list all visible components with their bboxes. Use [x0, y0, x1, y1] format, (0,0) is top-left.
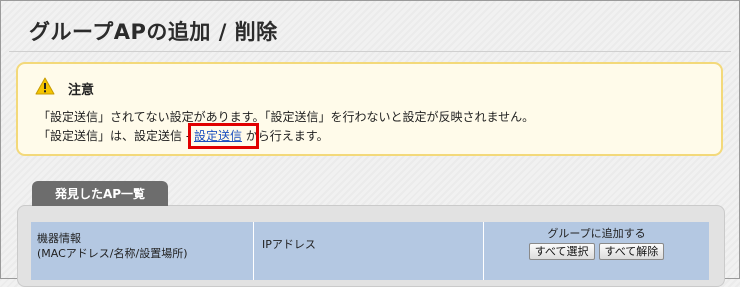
page-title: グループAPの追加 / 削除	[29, 20, 278, 44]
notice-message: 「設定送信」されてない設定があります。「設定送信」を行わないと設定が反映されませ…	[38, 110, 535, 124]
notice-instruction-suffix: から行えます。	[241, 129, 329, 143]
device-info-label: 機器情報	[37, 232, 81, 245]
device-info-header: 機器情報 (MACアドレス/名称/設置場所)	[31, 222, 254, 280]
ap-list-tab: 発見したAP一覧	[32, 181, 168, 206]
notice-instruction: 「設定送信」は、設定送信 - 設定送信 から行えます。	[38, 127, 329, 144]
add-to-group-label: グループに追加する	[547, 227, 646, 240]
device-info-sublabel: (MACアドレス/名称/設置場所)	[37, 247, 188, 260]
notice-title: 注意	[68, 83, 95, 98]
add-to-group-header: グループに追加する すべて選択 すべて解除	[484, 222, 709, 280]
warning-icon	[35, 77, 55, 95]
select-all-button[interactable]: すべて選択	[528, 243, 595, 260]
title-divider	[9, 51, 731, 52]
ap-table-header: 機器情報 (MACアドレス/名称/設置場所) IPアドレス グループに追加する …	[31, 222, 709, 280]
ip-address-header: IPアドレス	[254, 222, 484, 280]
deselect-all-button[interactable]: すべて解除	[598, 243, 665, 260]
notice-box: 注意 「設定送信」されてない設定があります。「設定送信」を行わないと設定が反映さ…	[16, 62, 723, 156]
send-settings-link[interactable]: 設定送信	[194, 129, 242, 143]
selection-buttons: すべて選択 すべて解除	[484, 243, 709, 260]
notice-instruction-prefix: 「設定送信」は、設定送信 -	[38, 129, 194, 143]
